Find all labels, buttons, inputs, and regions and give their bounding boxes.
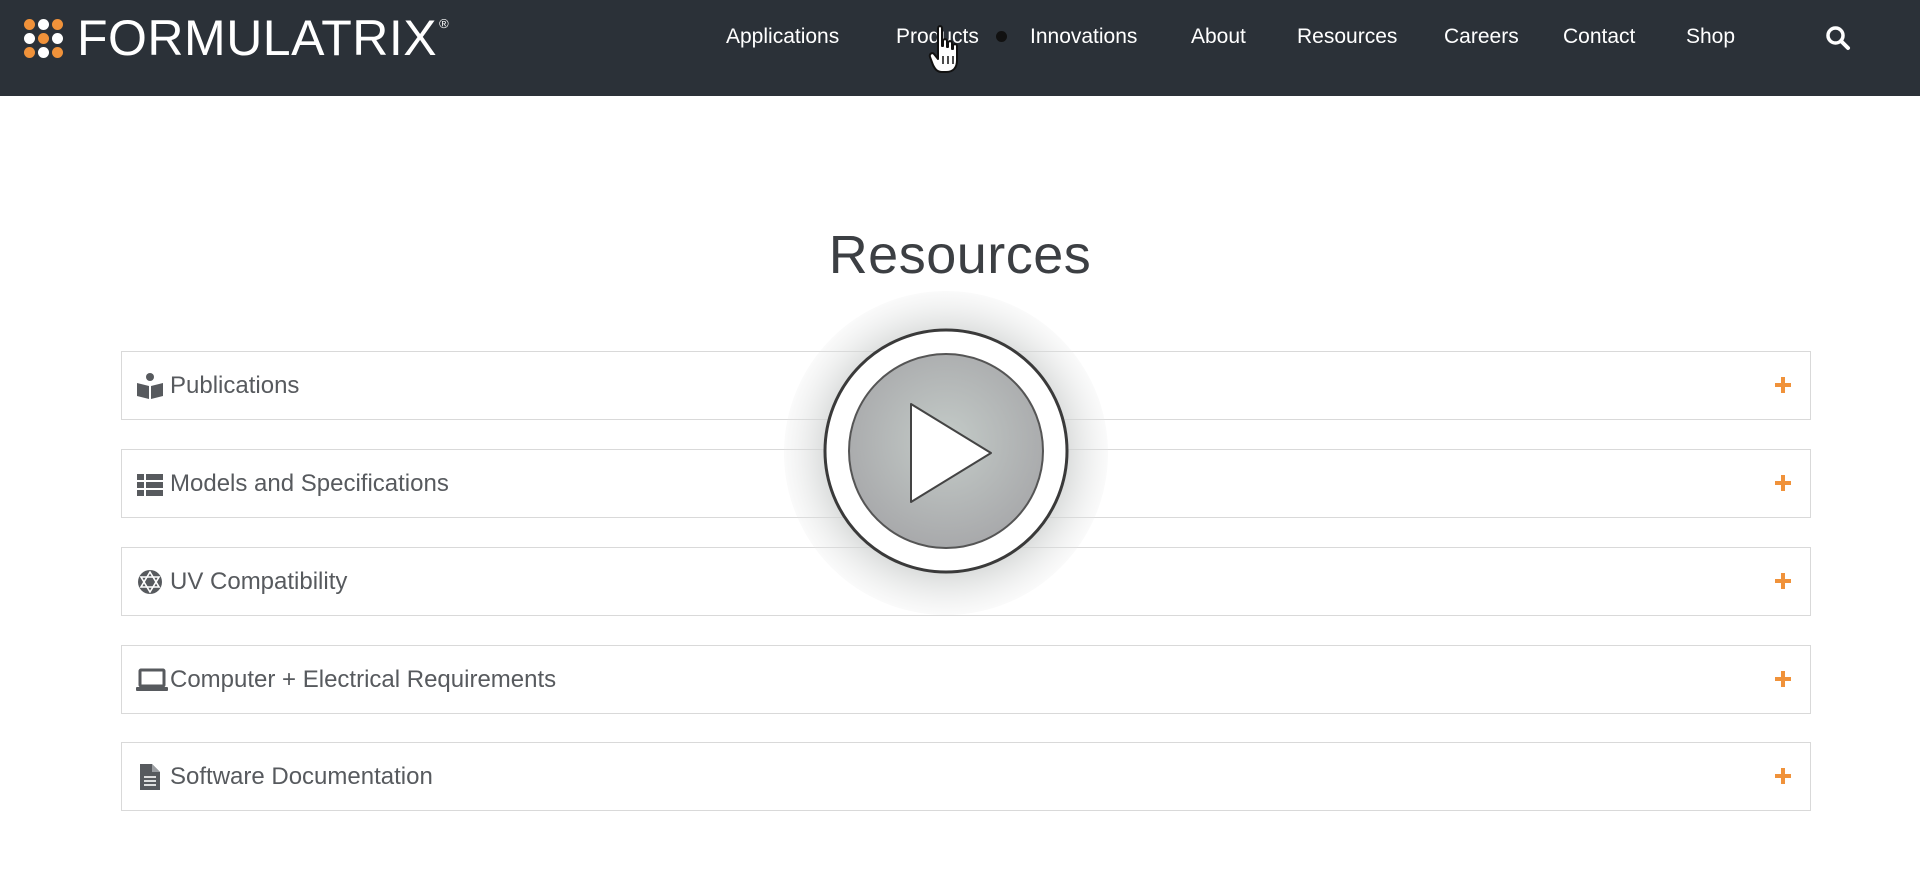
nav-applications[interactable]: Applications [726,24,839,50]
video-play-button[interactable] [783,290,1109,616]
expand-plus-icon[interactable] [1770,568,1796,594]
nav-products[interactable]: Products [896,24,979,50]
accordion-computer-electrical[interactable]: Computer + Electrical Requirements [121,645,1811,714]
laptop-icon [136,666,168,694]
accordion-label: Models and Specifications [170,470,449,497]
search-icon[interactable] [1824,24,1852,52]
nav-careers[interactable]: Careers [1444,24,1519,50]
page-title: Resources [828,225,1092,285]
list-icon [136,470,164,498]
nav-about[interactable]: About [1191,24,1246,50]
expand-plus-icon[interactable] [1770,666,1796,692]
nav-resources[interactable]: Resources [1297,24,1397,50]
top-navigation-bar: FORMULATRIX ® Applications Products Inno… [0,0,1920,96]
accordion-label: Publications [170,372,300,399]
accordion-label: Computer + Electrical Requirements [170,666,557,693]
nav-contact[interactable]: Contact [1563,24,1635,50]
expand-plus-icon[interactable] [1770,763,1796,789]
atom-icon [136,568,164,596]
nav-shop[interactable]: Shop [1686,24,1735,50]
accordion-software-documentation[interactable]: Software Documentation [121,742,1811,811]
document-icon [136,763,164,791]
nav-separator-dot [996,31,1007,42]
play-icon [784,291,1108,615]
expand-plus-icon[interactable] [1770,372,1796,398]
main-nav: Applications Products Innovations About … [0,0,1920,76]
accordion-label: UV Compatibility [170,568,348,595]
book-reader-icon [136,372,164,400]
nav-innovations[interactable]: Innovations [1030,24,1137,50]
accordion-label: Software Documentation [170,763,433,790]
expand-plus-icon[interactable] [1770,470,1796,496]
